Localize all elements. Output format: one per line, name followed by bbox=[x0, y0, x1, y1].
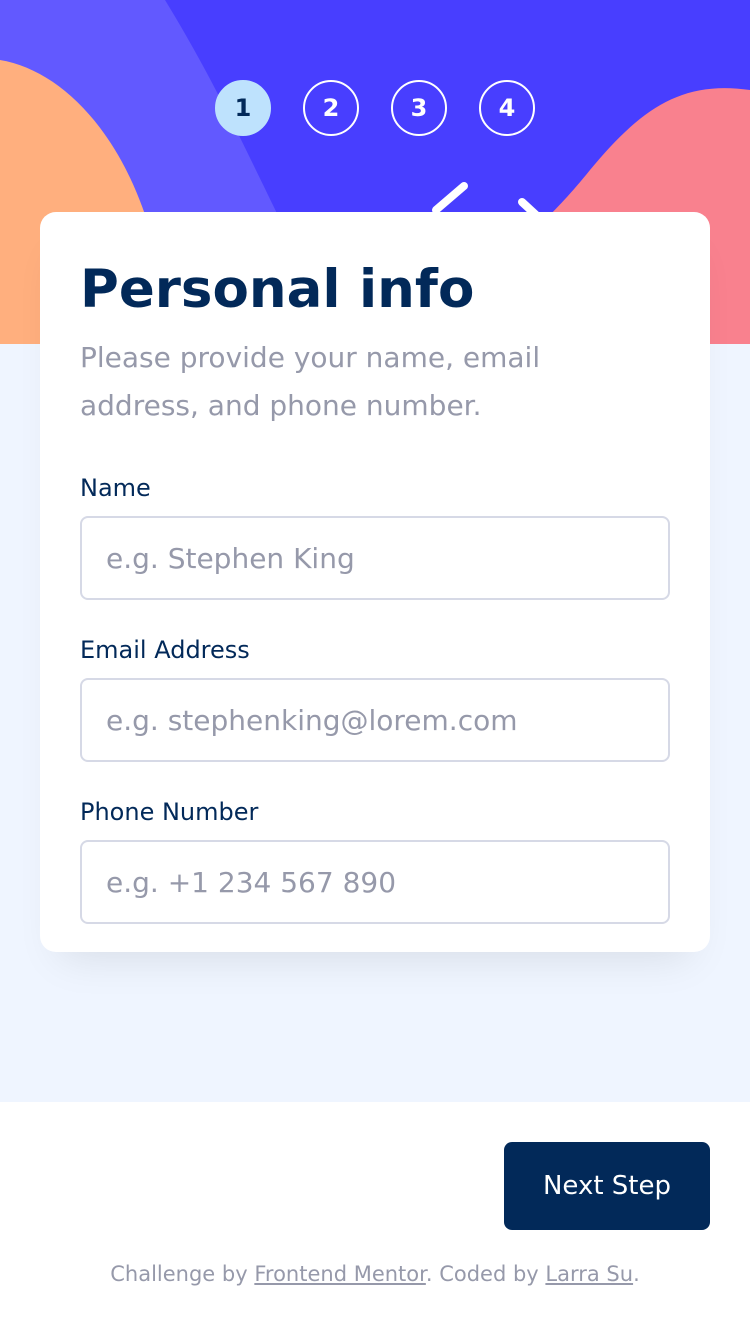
name-field-group: Name bbox=[80, 470, 670, 600]
attribution-prefix: Challenge by bbox=[110, 1262, 255, 1286]
email-input[interactable] bbox=[80, 678, 670, 762]
footer-bar: Next Step Challenge by Frontend Mentor. … bbox=[0, 1102, 750, 1334]
next-step-button[interactable]: Next Step bbox=[504, 1142, 710, 1230]
step-1-number: 1 bbox=[234, 94, 252, 122]
name-input[interactable] bbox=[80, 516, 670, 600]
attribution: Challenge by Frontend Mentor. Coded by L… bbox=[0, 1262, 750, 1286]
step-4[interactable]: 4 bbox=[479, 80, 535, 136]
step-3[interactable]: 3 bbox=[391, 80, 447, 136]
author-link[interactable]: Larra Su bbox=[545, 1262, 633, 1286]
phone-field-group: Phone Number bbox=[80, 794, 670, 924]
step-1[interactable]: 1 bbox=[215, 80, 271, 136]
email-label: Email Address bbox=[80, 636, 250, 664]
step-indicator: 1 2 3 4 bbox=[0, 80, 750, 136]
step-3-number: 3 bbox=[410, 94, 428, 122]
email-field-group: Email Address bbox=[80, 632, 670, 762]
form-card: Personal info Please provide your name, … bbox=[40, 212, 710, 952]
phone-input[interactable] bbox=[80, 840, 670, 924]
step-4-number: 4 bbox=[498, 94, 516, 122]
step-2-number: 2 bbox=[322, 94, 340, 122]
page-subtitle: Please provide your name, email address,… bbox=[80, 341, 541, 422]
page-title: Personal info bbox=[80, 259, 475, 320]
attribution-middle: . Coded by bbox=[425, 1262, 546, 1286]
phone-label: Phone Number bbox=[80, 798, 259, 826]
name-label: Name bbox=[80, 474, 151, 502]
attribution-suffix: . bbox=[633, 1262, 640, 1286]
step-2[interactable]: 2 bbox=[303, 80, 359, 136]
frontend-mentor-link[interactable]: Frontend Mentor bbox=[254, 1262, 426, 1286]
